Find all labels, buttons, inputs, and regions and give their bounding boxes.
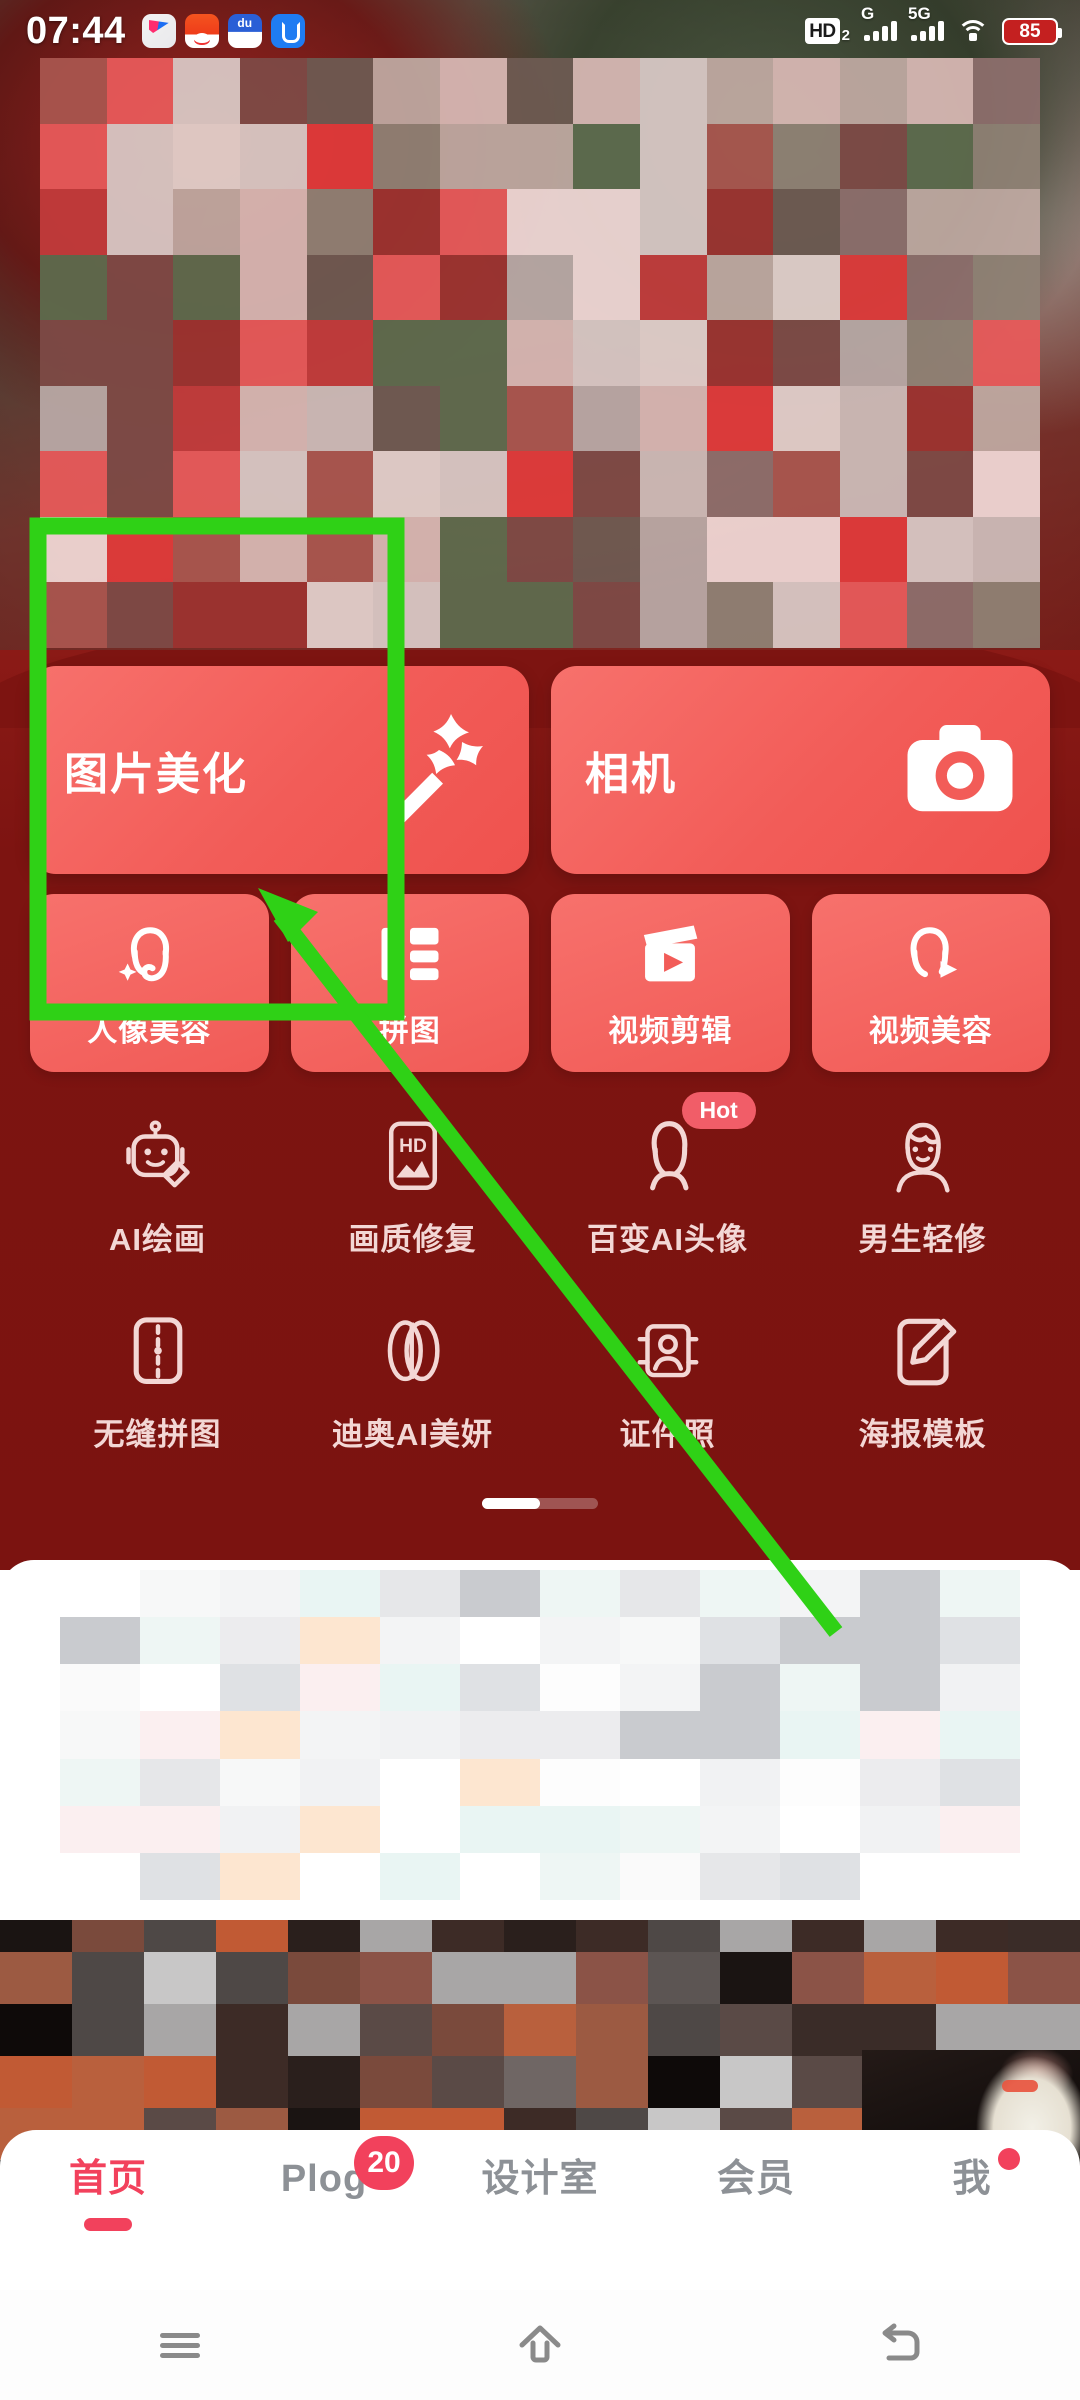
baidu-notification-icon [227,14,262,48]
card-camera[interactable]: 相机 [551,666,1050,874]
bottom-navigation-bar: 首页 20 Plog 设计室 会员 我 [0,2130,1080,2290]
feature-ai-avatar[interactable]: Hot 百变AI头像 [540,1092,795,1259]
hero-mosaic-overlay [40,58,1040,648]
card-photo-beautify-label: 图片美化 [64,750,248,799]
battery-icon: 85 [1002,17,1062,45]
sim1-network-label: G [861,4,875,23]
tile-collage-label: 拼图 [378,1015,441,1048]
kuaishou-notification-icon [141,14,176,48]
feature-quality-restore[interactable]: HD 画质修复 [285,1106,540,1259]
page-indicator-active-dot [482,1498,540,1509]
feature-dior-ai-beauty[interactable]: 迪奥AI美妍 [285,1301,540,1454]
tile-portrait-beauty[interactable]: 人像美容 [30,894,269,1072]
feature-grid-row-1: AI绘画 HD 画质修复 Hot 百变AI头像 男生轻修 [30,1092,1050,1259]
feature-id-photo-label: 证件照 [619,1417,716,1452]
tile-video-edit-label: 视频剪辑 [608,1015,733,1048]
home-arrow-icon [514,2321,566,2369]
signal-bars-5g-icon: 5G [908,4,944,41]
nav-tab-design-studio[interactable]: 设计室 [432,2158,648,2202]
panel-page-indicator[interactable] [30,1498,1050,1509]
camera-icon [900,710,1020,830]
hot-badge: Hot [681,1092,756,1130]
nav-tab-membership[interactable]: 会员 [648,2158,864,2202]
feature-male-retouch-label: 男生轻修 [858,1222,987,1257]
tools-panel: 图片美化 相机 人像美容 拼图 视频剪辑 视频美容 AI绘画 HD 画质修复 H… [0,650,1080,1570]
collage-grid-icon [372,916,448,992]
card-photo-beautify[interactable]: 图片美化 [30,666,529,874]
feed-mosaic-overlay [60,1570,1020,1900]
feature-poster-template[interactable]: 海报模板 [795,1301,1050,1454]
hd-label: HD [805,18,840,44]
recents-button[interactable] [0,2325,360,2365]
feature-grid: AI绘画 HD 画质修复 Hot 百变AI头像 男生轻修 无缝拼图 迪奥AI美妍… [30,1092,1050,1454]
clapperboard-play-icon [632,916,708,992]
phone-screen: 07:44 HD 2 G 5G 85 [0,0,1080,2400]
wifi-icon [956,18,990,44]
feature-ai-drawing-label: AI绘画 [109,1222,206,1257]
thumbnail-lips [1002,2080,1038,2092]
tile-portrait-beauty-label: 人像美容 [87,1015,212,1048]
status-clock: 07:44 [26,10,126,52]
battery-percent: 85 [1019,20,1041,42]
tile-collage[interactable]: 拼图 [290,894,529,1072]
poster-template-icon [882,1311,964,1393]
secondary-tiles-row: 人像美容 拼图 视频剪辑 视频美容 [30,894,1050,1072]
tile-video-edit[interactable]: 视频剪辑 [551,894,790,1072]
signal-bars-icon: G [861,4,897,41]
nav-tab-me-dot [998,2148,1020,2170]
feature-dior-ai-beauty-label: 迪奥AI美妍 [332,1417,493,1452]
feature-grid-row-2: 无缝拼图 迪奥AI美妍 证件照 海报模板 [30,1301,1050,1454]
nav-tab-plog-badge: 20 [354,2136,414,2190]
status-notification-icons [141,14,305,48]
nav-tab-home-label: 首页 [68,2158,147,2200]
page-indicator-track [482,1498,598,1509]
feature-quality-restore-label: 画质修复 [348,1222,477,1257]
nav-tab-home[interactable]: 首页 [0,2158,216,2231]
feature-id-photo[interactable]: 证件照 [540,1301,795,1454]
back-arrow-icon [874,2321,926,2369]
dior-ai-beauty-icon [372,1311,454,1393]
status-bar: 07:44 HD 2 G 5G 85 [0,0,1080,62]
back-button[interactable] [720,2321,1080,2369]
primary-actions-row: 图片美化 相机 [30,666,1050,874]
menu-lines-icon [154,2325,206,2365]
magic-wand-star-icon [371,706,499,834]
nav-active-underline [84,2217,132,2231]
android-system-nav [0,2290,1080,2400]
feature-seamless-stitch-label: 无缝拼图 [93,1417,222,1452]
hd-volte-icon: HD 2 [805,18,850,44]
status-system-icons: HD 2 G 5G 85 [805,4,1062,45]
nav-tab-me-label: 我 [952,2158,992,2200]
feature-ai-drawing[interactable]: AI绘画 [30,1106,285,1259]
nav-tab-plog[interactable]: 20 Plog [216,2136,432,2202]
ai-robot-draw-icon [117,1116,199,1198]
hd-restore-icon: HD [372,1116,454,1198]
male-retouch-icon [882,1116,964,1198]
hd-sim-index: 2 [841,27,850,44]
feature-poster-template-label: 海报模板 [858,1417,987,1452]
feature-ai-avatar-label: 百变AI头像 [587,1222,748,1257]
card-camera-label: 相机 [585,750,677,799]
feature-male-retouch[interactable]: 男生轻修 [795,1106,1050,1259]
feature-seamless-stitch[interactable]: 无缝拼图 [30,1301,285,1454]
nav-tab-me[interactable]: 我 [864,2148,1080,2202]
nav-tab-design-studio-label: 设计室 [481,2158,599,2200]
video-beauty-icon [893,916,969,992]
meituan-notification-icon [184,14,219,48]
tile-video-beauty[interactable]: 视频美容 [811,894,1050,1072]
home-button[interactable] [360,2321,720,2369]
feed-content-card[interactable] [0,1560,1080,1920]
id-photo-icon [627,1311,709,1393]
svg-text:HD: HD [399,1136,427,1157]
sim2-network-label: 5G [908,4,931,23]
hero-banner-image[interactable] [0,0,1080,700]
tile-video-beauty-label: 视频美容 [868,1015,993,1048]
portrait-beauty-icon [111,916,187,992]
nav-tab-membership-label: 会员 [716,2158,795,2200]
ox-app-notification-icon [270,14,305,48]
seamless-stitch-icon [117,1311,199,1393]
